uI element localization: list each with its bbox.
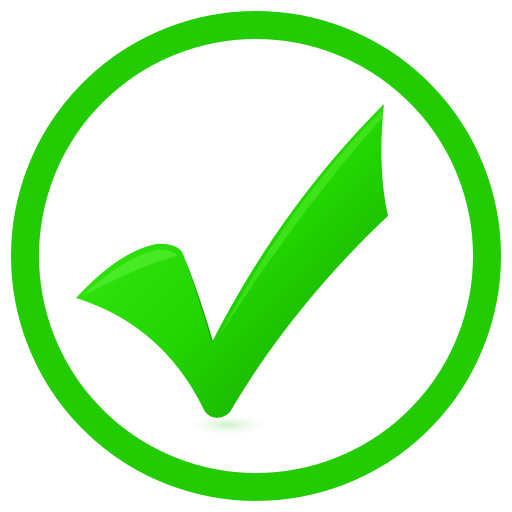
check-circle-graphic: [0, 0, 512, 512]
check-circle-icon: [11, 11, 501, 501]
check-reflection: [184, 413, 272, 437]
check-mark-shape: [76, 104, 388, 418]
